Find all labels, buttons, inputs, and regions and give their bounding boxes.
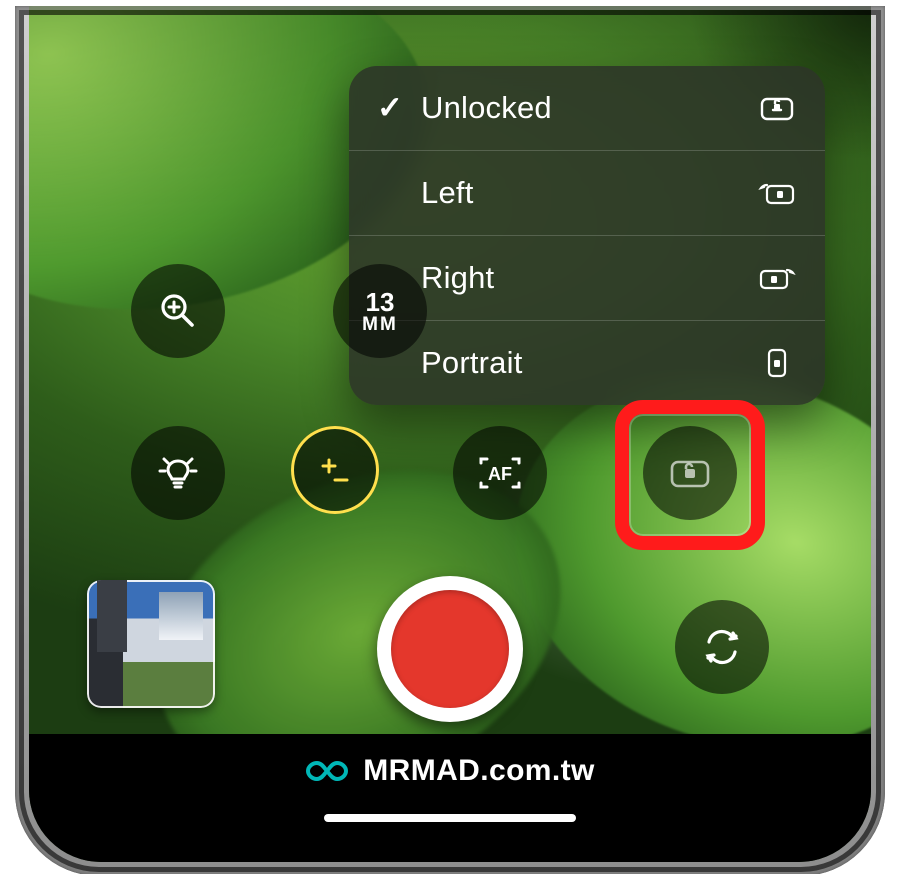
rotation-lock-left-icon	[757, 173, 797, 213]
rotation-unlock-icon	[757, 88, 797, 128]
home-indicator[interactable]	[324, 814, 576, 822]
plus-minus-icon	[315, 450, 355, 490]
zoom-button[interactable]: Zoom	[131, 264, 225, 358]
cycle-arrows-icon	[699, 624, 745, 670]
rotation-lock-portrait-icon	[757, 343, 797, 383]
autofocus-icon: AF	[473, 451, 527, 495]
camera-viewfinder: ✓ Unlocked Left	[29, 6, 871, 862]
brand-main: MRMAD	[363, 754, 480, 787]
switch-camera-button[interactable]: Switch Camera	[675, 600, 769, 694]
magnifier-plus-icon	[156, 289, 200, 333]
exposure-button[interactable]: Exposure	[291, 426, 379, 514]
orientation-lock-menu: ✓ Unlocked Left	[349, 66, 825, 405]
record-dot-icon	[391, 590, 509, 708]
last-clip-thumbnail[interactable]: Last clip	[87, 580, 215, 708]
phone-frame: ✓ Unlocked Left	[15, 6, 885, 874]
brand-domain: .com.tw	[480, 754, 594, 787]
watermark: MRMAD.com.tw	[305, 754, 594, 788]
menu-item-label: Unlocked	[421, 90, 739, 126]
check-icon: ✓	[377, 90, 403, 126]
record-button[interactable]: Record	[377, 576, 523, 722]
callout-highlight	[615, 400, 765, 550]
menu-item-label: Right	[421, 260, 739, 296]
svg-text:AF: AF	[488, 464, 512, 484]
autofocus-button[interactable]: AF	[453, 426, 547, 520]
focal-number: 13	[366, 289, 395, 315]
menu-item-left[interactable]: Left	[349, 150, 825, 235]
focal-length-button[interactable]: 13 MM	[333, 264, 427, 358]
lightbulb-icon	[154, 449, 202, 497]
rotation-lock-right-icon	[757, 258, 797, 298]
footer-bar: MRMAD.com.tw	[29, 734, 871, 862]
menu-item-unlocked[interactable]: ✓ Unlocked	[349, 66, 825, 150]
menu-item-label: Left	[421, 175, 739, 211]
focal-unit: MM	[362, 315, 398, 334]
light-button[interactable]: Light	[131, 426, 225, 520]
menu-item-label: Portrait	[421, 345, 739, 381]
infinity-logo-icon	[305, 759, 349, 783]
